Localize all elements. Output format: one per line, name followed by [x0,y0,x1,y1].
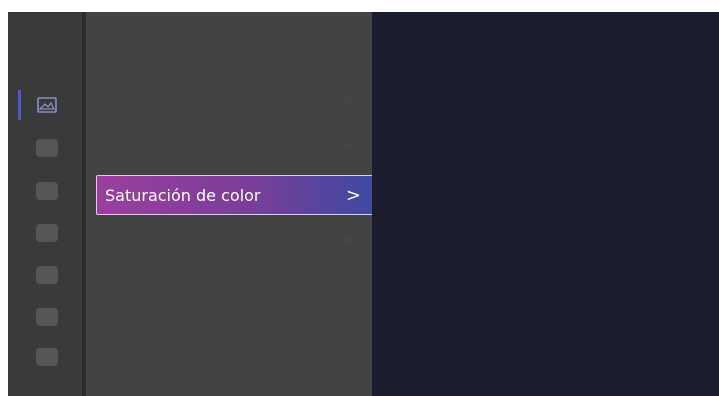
sound-icon[interactable] [36,139,58,157]
tv-screen: > > Saturación de color > > [8,12,719,396]
tv-frame: > > Saturación de color > > [0,0,719,396]
category-rail [8,12,82,396]
menu-title [104,38,354,60]
menu-item[interactable]: > [104,138,354,156]
network-icon[interactable] [36,182,58,200]
chevron-right-icon: > [342,94,354,110]
display-icon[interactable] [36,224,58,242]
preview-panel [372,12,719,396]
more-icon[interactable] [36,348,58,366]
picture-icon[interactable] [36,96,58,114]
menu-item[interactable]: > [104,233,354,251]
settings-menu: > > Saturación de color > > [86,12,374,396]
chevron-right-icon: > [342,138,354,154]
menu-item-color-saturation[interactable]: Saturación de color > [96,175,374,215]
rail-selection-indicator [18,90,21,120]
support-icon[interactable] [36,308,58,326]
chevron-right-icon: > [342,233,354,249]
menu-item[interactable]: > [104,94,354,112]
chevron-right-icon: > [345,185,361,206]
system-icon[interactable] [36,266,58,284]
menu-item-label: Saturación de color [105,185,261,205]
